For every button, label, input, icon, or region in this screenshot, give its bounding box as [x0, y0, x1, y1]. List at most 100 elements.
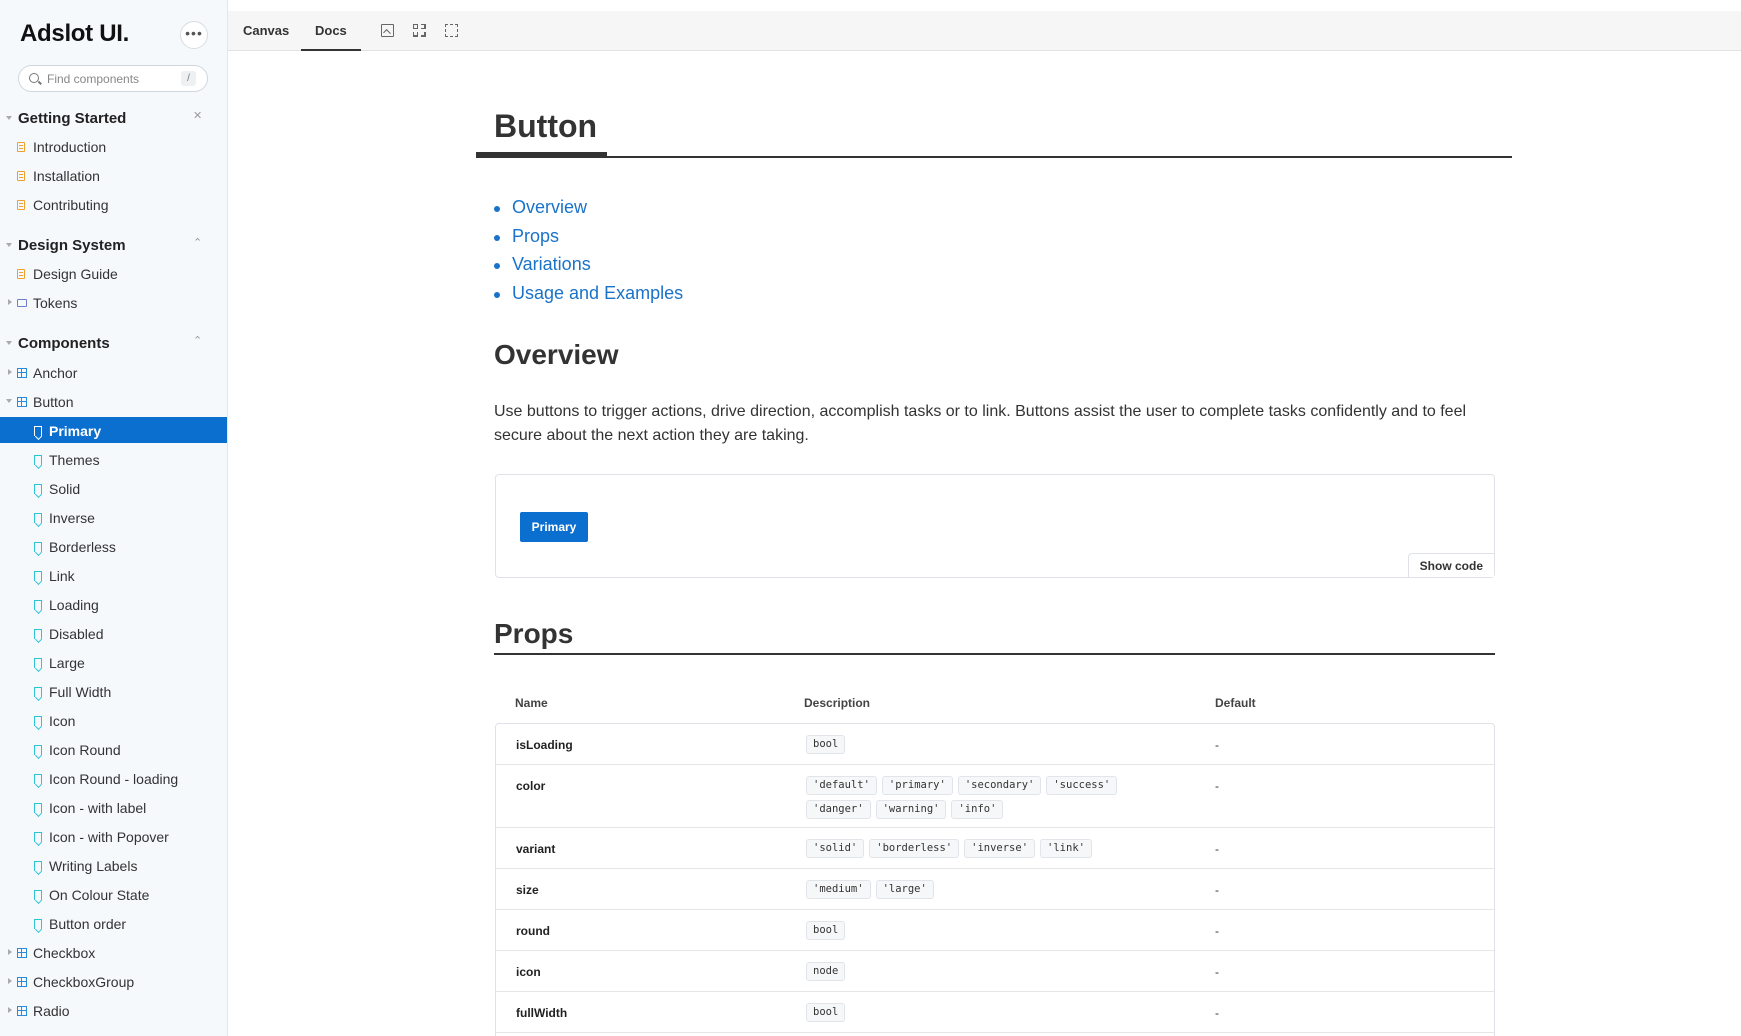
section-design-system[interactable]: Design System ⌃	[0, 235, 227, 259]
toc-link-props[interactable]: Props	[512, 226, 559, 247]
prop-default: -	[1215, 779, 1219, 793]
story-solid[interactable]: Solid	[0, 475, 227, 501]
story-label: Large	[49, 655, 85, 671]
sidebar-item-checkbox[interactable]: Checkbox	[0, 939, 227, 965]
prop-name: color	[516, 779, 546, 793]
props-heading: Props	[494, 618, 574, 649]
sidebar-item-anchor[interactable]: Anchor	[0, 359, 227, 385]
story-primary[interactable]: Primary	[0, 417, 227, 443]
section-getting-started[interactable]: Getting Started ✕	[0, 108, 227, 132]
prop-value: bool	[806, 1003, 846, 1022]
section-title: Components	[18, 335, 110, 352]
sidebar-item-radio[interactable]: Radio	[0, 997, 227, 1023]
section-components[interactable]: Components ⌃	[0, 333, 227, 357]
sidebar-item-contributing[interactable]: Contributing	[0, 191, 227, 217]
story-borderless[interactable]: Borderless	[0, 533, 227, 559]
expand-collapse-icon[interactable]: ⌃	[193, 238, 202, 249]
grid-icon[interactable]	[413, 24, 426, 37]
sidebar-item-label: Introduction	[33, 139, 107, 155]
story-icon-round-loading[interactable]: Icon Round - loading	[0, 765, 227, 791]
bullet	[494, 292, 500, 298]
prop-value: 'danger'	[806, 800, 871, 819]
story-inverse[interactable]: Inverse	[0, 504, 227, 530]
caret-right-icon	[8, 1007, 12, 1013]
sidebar-item-button[interactable]: Button	[0, 388, 227, 414]
story-themes[interactable]: Themes	[0, 446, 227, 472]
sidebar-item-label: Installation	[33, 168, 100, 184]
column-header-default: Default	[1215, 696, 1256, 710]
sidebar-item-label: Button	[33, 394, 74, 410]
prop-name: icon	[516, 965, 541, 979]
story-label: Writing Labels	[49, 858, 138, 874]
story-label: Button order	[49, 916, 127, 932]
folder-icon	[17, 299, 27, 307]
sidebar-item-introduction[interactable]: Introduction	[0, 133, 227, 159]
sidebar-item-label: Anchor	[33, 365, 78, 381]
show-code-button[interactable]: Show code	[1407, 553, 1494, 577]
story-loading[interactable]: Loading	[0, 591, 227, 617]
prop-value: 'primary'	[881, 776, 953, 795]
sidebar-item-checkboxgroup[interactable]: CheckboxGroup	[0, 968, 227, 994]
bookmark-icon	[34, 919, 42, 929]
caret-right-icon	[8, 369, 12, 375]
tab-docs[interactable]: Docs	[301, 11, 361, 51]
outline-icon[interactable]	[445, 24, 458, 37]
overview-text: Use buttons to trigger actions, drive di…	[494, 403, 1467, 444]
bookmark-icon	[34, 716, 42, 726]
table-row: variant 'solid' 'borderless' 'inverse' '…	[496, 828, 1494, 869]
page-title: Button	[494, 108, 598, 144]
story-icon-with-popover[interactable]: Icon - with Popover	[0, 823, 227, 849]
component-icon	[17, 977, 27, 987]
story-button-order[interactable]: Button order	[0, 910, 227, 936]
story-icon[interactable]: Icon	[0, 707, 227, 733]
prop-name: variant	[516, 842, 556, 856]
story-link[interactable]: Link	[0, 562, 227, 588]
story-full-width[interactable]: Full Width	[0, 678, 227, 704]
section-title: Getting Started	[18, 110, 127, 127]
story-label: On Colour State	[49, 887, 150, 903]
story-icon-round[interactable]: Icon Round	[0, 736, 227, 762]
story-label: Icon Round - loading	[49, 771, 179, 787]
story-icon-with-label[interactable]: Icon - with label	[0, 794, 227, 820]
bookmark-icon	[34, 658, 42, 668]
sidebar-item-tokens[interactable]: Tokens	[0, 289, 227, 315]
story-writing-labels[interactable]: Writing Labels	[0, 852, 227, 878]
story-large[interactable]: Large	[0, 649, 227, 675]
bookmark-icon	[34, 629, 42, 639]
primary-button[interactable]: Primary	[520, 512, 588, 542]
prop-values: bool	[806, 735, 1136, 754]
story-label: Link	[49, 568, 75, 584]
toolbar: Canvas Docs	[228, 11, 1741, 51]
story-disabled[interactable]: Disabled	[0, 620, 227, 646]
prop-values: 'default' 'primary' 'secondary' 'success…	[806, 776, 1136, 819]
prop-value: 'secondary'	[957, 776, 1042, 795]
table-row: icon node -	[496, 951, 1494, 992]
bookmark-icon	[34, 745, 42, 755]
search-shortcut-badge: /	[181, 71, 196, 86]
prop-value: 'solid'	[806, 839, 865, 858]
prop-value: 'medium'	[806, 880, 871, 899]
bookmark-icon	[34, 832, 42, 842]
toc-link-variations[interactable]: Variations	[512, 254, 591, 275]
sidebar-item-installation[interactable]: Installation	[0, 162, 227, 188]
collapse-icon[interactable]: ✕	[193, 111, 202, 122]
prop-name: isLoading	[516, 738, 573, 752]
search-input[interactable]: Find components /	[18, 65, 208, 92]
prop-value: 'info'	[951, 800, 1004, 819]
column-header-name: Name	[515, 696, 548, 710]
image-icon[interactable]	[381, 24, 394, 37]
toc-link-overview[interactable]: Overview	[512, 197, 587, 218]
toc-link-usage-examples[interactable]: Usage and Examples	[512, 283, 683, 304]
caret-right-icon	[8, 299, 12, 305]
overview-heading: Overview	[494, 339, 619, 370]
sidebar-item-design-guide[interactable]: Design Guide	[0, 260, 227, 286]
story-on-colour-state[interactable]: On Colour State	[0, 881, 227, 907]
table-row: isLoading bool -	[496, 724, 1494, 765]
expand-collapse-icon[interactable]: ⌃	[193, 336, 202, 347]
sidebar-item-label: Contributing	[33, 197, 109, 213]
sidebar-item-label: CheckboxGroup	[33, 974, 135, 990]
story-label: Icon	[49, 713, 76, 729]
more-options-button[interactable]: •••	[180, 21, 208, 49]
tab-canvas[interactable]: Canvas	[243, 11, 289, 51]
caret-right-icon	[8, 978, 12, 984]
